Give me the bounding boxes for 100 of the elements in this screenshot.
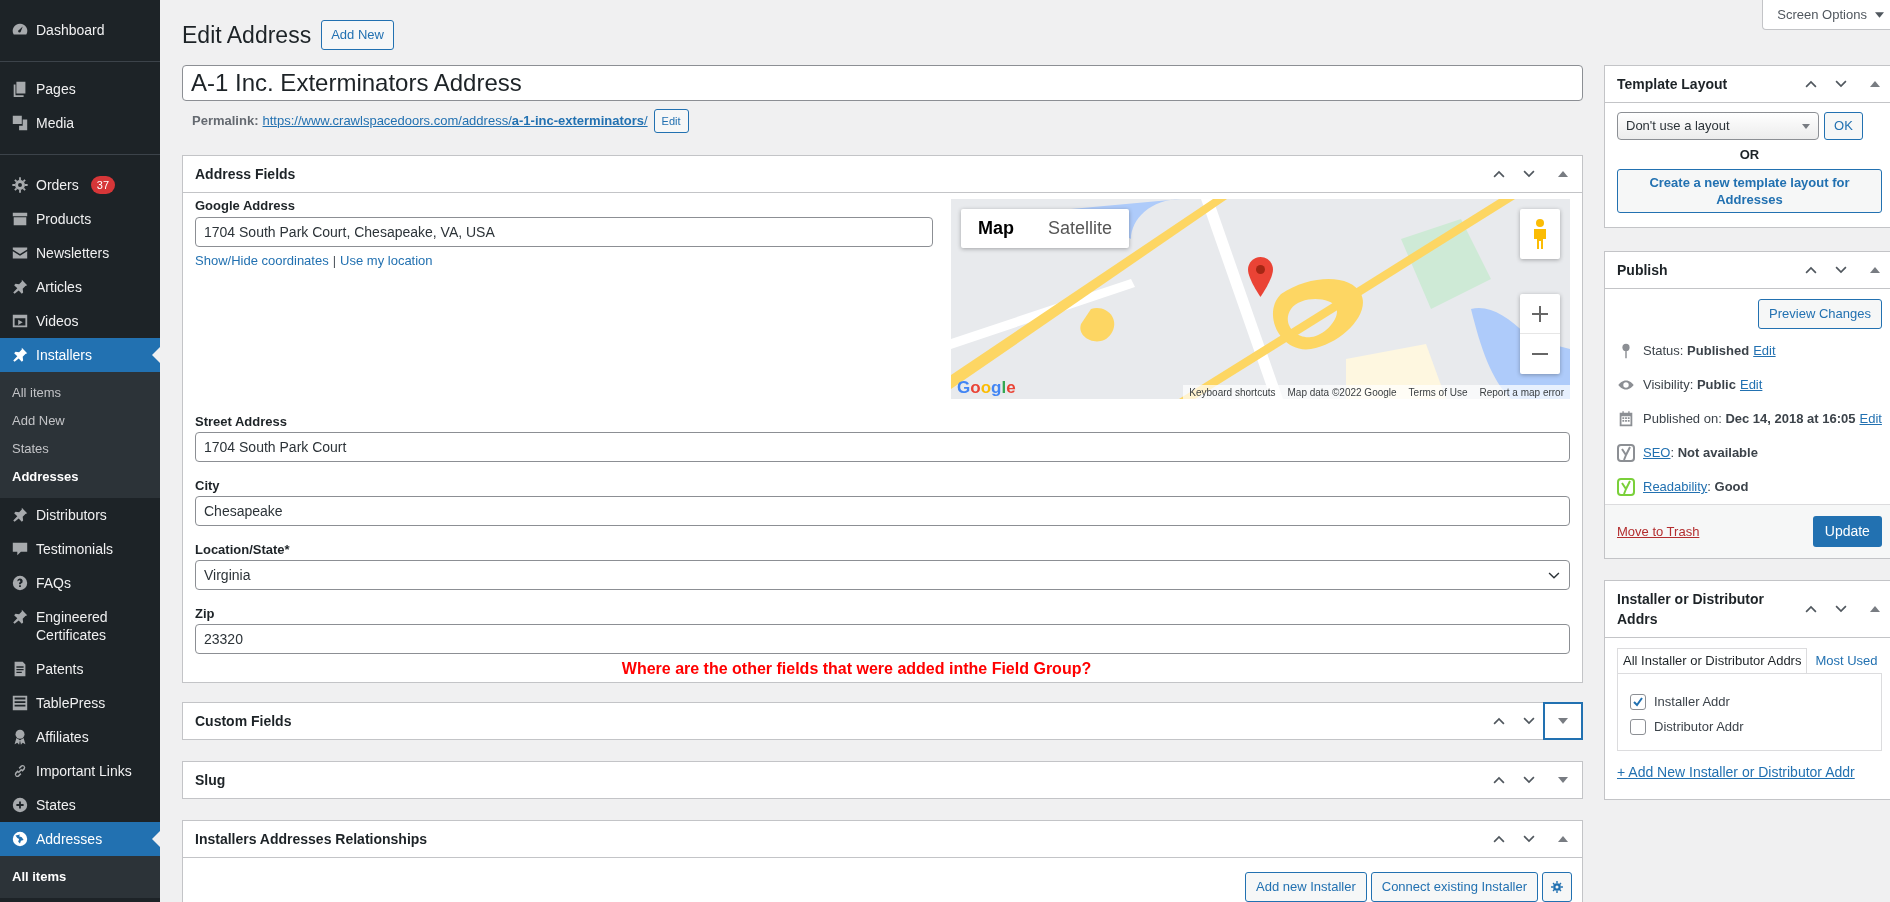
field-label: Google Address xyxy=(195,199,296,213)
map-pin-icon xyxy=(1248,257,1273,297)
score-text: : Not available xyxy=(1670,444,1758,463)
status-text: Published on: Dec 14, 2018 at 16:05 xyxy=(1643,410,1856,429)
address-field[interactable]: 1704 South Park Court, Chesapeake, VA, USA xyxy=(195,217,933,247)
person-icon xyxy=(1532,219,1548,249)
sidebar-item[interactable]: Affiliates xyxy=(0,720,160,754)
edit-link[interactable]: Edit xyxy=(1859,409,1882,429)
pointer-icon xyxy=(152,831,160,847)
triangle-up-icon xyxy=(1869,266,1880,274)
triangle-up-icon xyxy=(1558,835,1568,843)
checkbox[interactable] xyxy=(1630,718,1646,735)
add-new-link[interactable]: + Add New Installer or Distributor Addr xyxy=(1617,763,1882,781)
map-footer-link[interactable]: Map data ©2022 Google xyxy=(1287,384,1397,399)
video-icon xyxy=(10,312,30,330)
triangle-down-icon xyxy=(1558,776,1568,784)
archive-box-icon xyxy=(10,210,30,228)
pushpin-icon xyxy=(10,278,30,296)
triangle-up-icon xyxy=(1869,80,1880,88)
submenu-item[interactable]: All items xyxy=(0,379,160,407)
sidebar-item[interactable]: Testimonials xyxy=(0,532,160,566)
map-footer-link[interactable]: Terms of Use xyxy=(1408,384,1468,399)
triangle-down-icon xyxy=(1558,717,1568,725)
update-button[interactable]: Update xyxy=(1812,516,1882,547)
speech-bubble-icon xyxy=(10,540,30,558)
settings-button[interactable] xyxy=(1542,872,1572,902)
sidebar-item[interactable]: Patents xyxy=(0,652,160,686)
trash-link[interactable]: Move to Trash xyxy=(1617,521,1700,542)
title-field[interactable]: A-1 Inc. Exterminators Address xyxy=(182,65,1583,101)
checkbox-label: Installer Addr xyxy=(1654,692,1730,711)
tab[interactable]: All Installer or Distributor Addrs xyxy=(1617,648,1808,673)
sidebar-item[interactable]: Videos xyxy=(0,304,160,338)
sidebar-item[interactable]: Distributors xyxy=(0,498,160,532)
edit-link[interactable]: Edit xyxy=(1739,375,1763,395)
sidebar-item[interactable]: Articles xyxy=(0,270,160,304)
sidebar-item[interactable]: Newsletters xyxy=(0,236,160,270)
permalink-link[interactable]: https://www.crawlspacedoors.com/address/a-1-inc-exterminators/ xyxy=(262,111,648,131)
layout-select[interactable]: Don't use a layout xyxy=(1617,112,1819,140)
sidebar-item[interactable]: Important Links xyxy=(0,754,160,788)
field-label: City xyxy=(195,479,221,493)
sidebar-item[interactable]: Orders 37 xyxy=(0,168,160,202)
pushpin-icon xyxy=(10,506,30,524)
permalink-label: Permalink: xyxy=(192,112,259,131)
gear-icon xyxy=(1550,880,1564,894)
submenu-item[interactable]: Add New xyxy=(0,407,160,435)
sidebar-item[interactable]: Media xyxy=(0,106,160,140)
help-icon xyxy=(10,574,30,592)
caret-icon xyxy=(1874,11,1884,18)
checkbox-label: Distributor Addr xyxy=(1654,717,1744,736)
minus-icon xyxy=(1532,353,1548,355)
map-type-button[interactable]: Map xyxy=(961,209,1031,248)
status-text: Status: Published xyxy=(1643,342,1750,361)
preview-changes-button[interactable]: Preview Changes xyxy=(1758,299,1882,329)
add-new-button[interactable]: Add New xyxy=(321,20,394,50)
submenu-item[interactable]: States xyxy=(0,435,160,463)
text-link[interactable]: Show/Hide coordinates xyxy=(195,254,329,268)
screen-options-button[interactable]: Screen Options xyxy=(1762,0,1890,30)
map-type-button[interactable]: Satellite xyxy=(1031,209,1130,248)
triangle-up-icon xyxy=(1558,170,1568,178)
street-view-button[interactable] xyxy=(1520,209,1560,259)
submenu-item[interactable]: All items xyxy=(0,863,160,891)
sidebar-item[interactable]: FAQs xyxy=(0,566,160,600)
sidebar-item[interactable]: States xyxy=(0,788,160,822)
pointer-icon xyxy=(152,347,160,363)
sidebar-item[interactable]: Engineered Certificates xyxy=(0,600,160,652)
state-select[interactable]: Virginia xyxy=(195,560,1570,590)
text-field[interactable]: 1704 South Park Court xyxy=(195,432,1570,462)
map-footer-link[interactable]: Keyboard shortcuts xyxy=(1189,384,1276,399)
sidebar-item[interactable]: Dashboard xyxy=(0,13,160,47)
create-layout-button[interactable]: Create a new template layout for Addresses xyxy=(1617,169,1882,213)
edit-permalink-button[interactable]: Edit xyxy=(653,109,689,133)
sidebar-item[interactable]: Addresses xyxy=(0,822,160,856)
sidebar-item[interactable]: TablePress xyxy=(0,686,160,720)
text-link[interactable]: Use my location xyxy=(340,254,433,268)
edit-link[interactable]: Edit xyxy=(1753,341,1776,361)
separator-text: | xyxy=(332,254,337,268)
tab[interactable]: Most Used xyxy=(1815,653,1878,668)
plus-icon xyxy=(1532,305,1548,322)
checkbox[interactable] xyxy=(1630,693,1646,710)
sidebar-item[interactable]: Products xyxy=(0,202,160,236)
toggle-panel-button[interactable] xyxy=(1544,703,1582,739)
page-title: Edit Address xyxy=(182,21,312,50)
panel-title: Publish xyxy=(1616,261,1669,280)
map-footer-link[interactable]: Report a map error xyxy=(1479,384,1564,399)
sidebar-item[interactable]: Pages xyxy=(0,72,160,106)
field-label: Zip xyxy=(195,607,216,621)
or-text: OR xyxy=(1738,146,1761,164)
calendar-icon xyxy=(1617,410,1635,428)
sidebar-item[interactable]: Installers xyxy=(0,338,160,372)
submenu-item[interactable]: Addresses xyxy=(0,463,160,491)
text-field[interactable]: Chesapeake xyxy=(195,496,1570,526)
pushpin-icon xyxy=(10,608,30,626)
relationship-button[interactable]: Add new Installer xyxy=(1245,872,1367,902)
triangle-up-icon xyxy=(1869,605,1880,613)
ok-button[interactable]: OK xyxy=(1824,112,1863,140)
relationship-button[interactable]: Connect existing Installer xyxy=(1370,872,1538,902)
note-text: Where are the other fields that were added inthe Field Group? xyxy=(620,660,1093,678)
text-field[interactable]: 23320 xyxy=(195,624,1570,654)
field-label: Street Address xyxy=(195,415,288,429)
panel-title: Custom Fields xyxy=(194,712,293,731)
